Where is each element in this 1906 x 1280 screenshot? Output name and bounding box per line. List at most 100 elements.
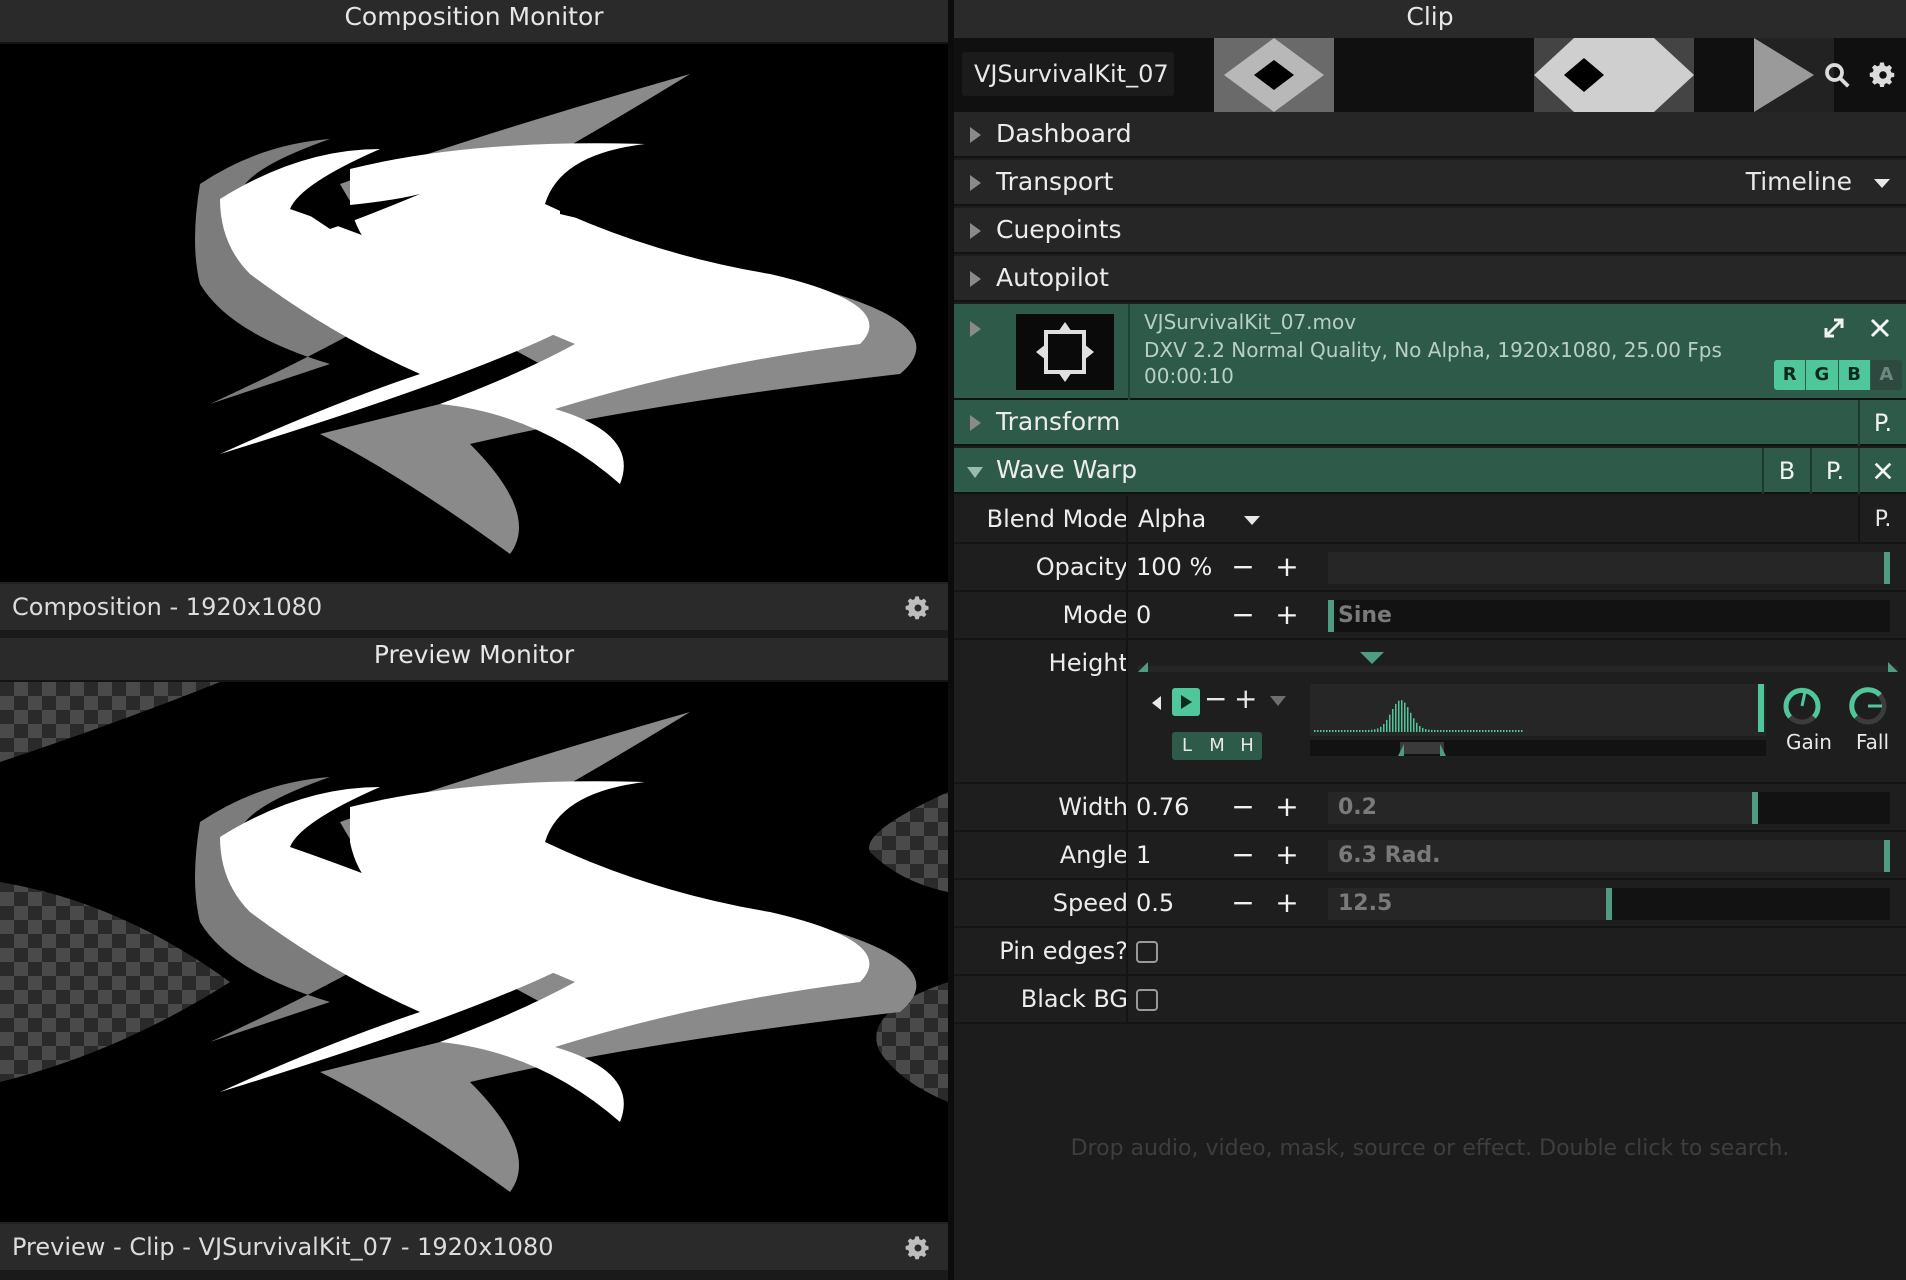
black-bg-checkbox[interactable] [1136,989,1158,1011]
spectrum-bar [1515,730,1517,732]
increment-button[interactable]: + [1272,550,1302,583]
increment-button[interactable]: + [1272,598,1302,631]
composition-viewport[interactable] [0,44,948,582]
section-transport[interactable]: Transport Timeline [954,160,1906,206]
channel-a-toggle[interactable]: A [1870,360,1902,390]
gear-icon[interactable] [904,594,932,622]
spectrum-bar [1521,730,1523,732]
channel-g-toggle[interactable]: G [1806,360,1838,390]
chevron-down-icon[interactable] [1874,179,1890,188]
band-low-button[interactable]: L [1172,732,1202,760]
chevron-down-icon[interactable] [1270,696,1286,706]
slider-handle[interactable] [1328,600,1334,632]
increment-button[interactable]: + [1234,682,1257,715]
spectrum-bar [1449,729,1451,732]
prev-icon[interactable] [1152,696,1161,710]
drop-zone-hint[interactable]: Drop audio, video, mask, source or effec… [954,1136,1906,1161]
composition-label: Composition - 1920x1080 [12,593,323,621]
expand-arrow-icon[interactable] [970,223,981,239]
slider-handle[interactable] [1752,792,1759,824]
param-label: Pin edges? [999,937,1128,965]
preset-button[interactable]: P. [1860,496,1906,544]
expand-arrow-icon[interactable] [970,175,981,191]
channel-b-toggle[interactable]: B [1838,360,1870,390]
decrement-button[interactable]: − [1228,598,1258,631]
preview-viewport[interactable] [0,682,948,1222]
spectrum-bar [1413,718,1415,732]
mode-slider[interactable]: Sine [1328,600,1890,632]
decrement-button[interactable]: − [1228,838,1258,871]
width-slider[interactable]: 0.2 [1328,792,1890,824]
preset-button[interactable]: P. [1810,448,1858,494]
file-source-block[interactable]: VJSurvivalKit_07.mov DXV 2.2 Normal Qual… [954,304,1906,400]
close-icon[interactable] [1868,316,1892,340]
section-transform[interactable]: Transform P. [954,400,1906,446]
section-autopilot[interactable]: Autopilot [954,256,1906,302]
fall-knob-icon[interactable] [1848,686,1888,726]
increment-button[interactable]: + [1272,838,1302,871]
spectrum-bar [1476,730,1478,732]
expand-arrow-icon[interactable] [970,415,981,431]
spectrum-bar [1344,730,1346,732]
spectrum-bar [1347,730,1349,732]
play-button[interactable] [1172,688,1200,716]
mode-value[interactable]: 0 [1136,601,1151,629]
section-wave-warp[interactable]: Wave Warp B P. [954,448,1906,494]
height-range-slider[interactable] [1138,646,1898,676]
collapse-arrow-icon[interactable] [967,467,983,478]
speed-slider[interactable]: 12.5 [1328,888,1890,920]
spectrum-bar [1485,730,1487,732]
expand-arrow-icon[interactable] [970,321,981,337]
transport-mode-dropdown[interactable]: Timeline [1746,167,1852,196]
expand-arrow-icon[interactable] [970,127,981,143]
band-mid-button[interactable]: M [1202,732,1232,760]
spectrum-bar [1356,729,1358,732]
decrement-button[interactable]: − [1228,550,1258,583]
spectrum-bar [1458,730,1460,732]
divider [1126,544,1128,590]
spectrum-bar [1461,730,1463,732]
search-icon[interactable] [1822,60,1852,90]
opacity-slider[interactable] [1328,552,1890,584]
close-icon[interactable] [1872,460,1894,482]
slider-fill [1328,792,1756,824]
audio-spectrum[interactable] [1310,684,1766,772]
channel-r-toggle[interactable]: R [1774,360,1806,390]
band-high-button[interactable]: H [1232,732,1262,760]
expand-icon[interactable] [1822,316,1846,340]
section-cuepoints[interactable]: Cuepoints [954,208,1906,254]
section-dashboard[interactable]: Dashboard [954,112,1906,158]
spectrum-bar [1518,730,1520,732]
expand-arrow-icon[interactable] [970,271,981,287]
bypass-button[interactable]: B [1762,448,1810,494]
clip-name[interactable]: VJSurvivalKit_07 [962,52,1174,96]
decrement-button[interactable]: − [1228,886,1258,919]
file-duration: 00:00:10 [1144,364,1234,388]
param-mode: Mode 0 − + Sine [954,592,1906,640]
chevron-down-icon[interactable] [1244,516,1260,525]
gear-icon[interactable] [904,1234,932,1262]
preset-button[interactable]: P. [1858,400,1906,446]
spectrum-bar [1404,702,1406,732]
composition-monitor-title: Composition Monitor [0,0,948,44]
increment-button[interactable]: + [1272,886,1302,919]
slider-handle[interactable] [1884,552,1890,584]
opacity-value[interactable]: 100 % [1136,553,1212,581]
gear-icon[interactable] [1868,60,1898,90]
remove-effect-button[interactable] [1858,448,1906,494]
decrement-button[interactable]: − [1204,682,1227,715]
increment-button[interactable]: + [1272,790,1302,823]
angle-slider[interactable]: 6.3 Rad. [1328,840,1890,872]
pin-edges-checkbox[interactable] [1136,941,1158,963]
gain-knob-icon[interactable] [1782,686,1822,726]
param-opacity: Opacity 100 % − + [954,544,1906,592]
divider [1126,496,1128,542]
angle-value[interactable]: 1 [1136,841,1151,869]
slider-handle[interactable] [1884,840,1890,872]
decrement-button[interactable]: − [1228,790,1258,823]
blend-mode-dropdown[interactable]: Alpha [1138,505,1206,533]
slider-handle[interactable] [1606,888,1612,920]
speed-value[interactable]: 0.5 [1136,889,1174,917]
spectrum-bar [1314,730,1316,732]
width-value[interactable]: 0.76 [1136,793,1189,821]
